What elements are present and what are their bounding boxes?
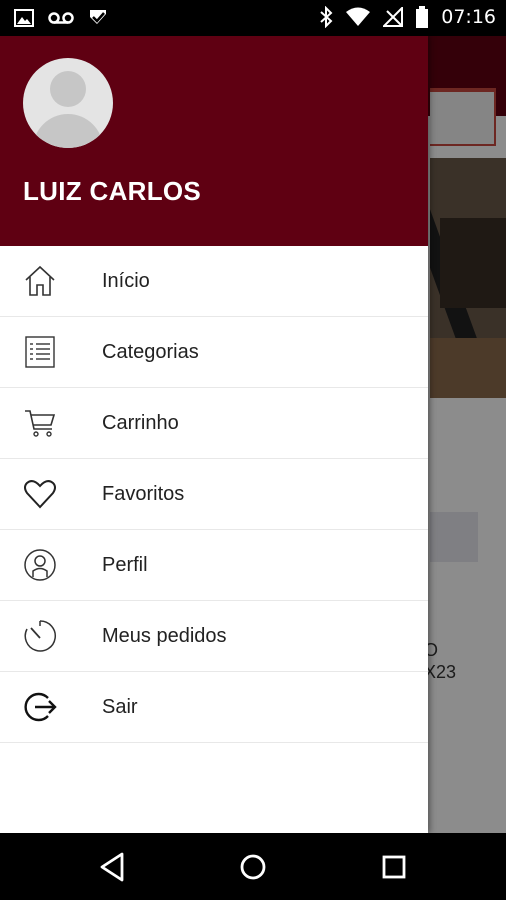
no-signal-icon: [383, 7, 404, 27]
menu-label: Início: [102, 270, 150, 292]
back-icon[interactable]: [96, 850, 130, 884]
system-nav-bar: [0, 833, 506, 900]
menu-item-inicio[interactable]: Início: [0, 246, 428, 317]
navigation-drawer: LUIZ CARLOS Início Categorias Carrinho F…: [0, 36, 428, 833]
timer-icon: [24, 620, 56, 652]
logout-icon: [24, 692, 57, 722]
menu-item-sair[interactable]: Sair: [0, 672, 428, 743]
menu-item-carrinho[interactable]: Carrinho: [0, 388, 428, 459]
status-time: 07:16: [441, 6, 496, 28]
home-icon: [25, 265, 55, 296]
drawer-header: LUIZ CARLOS: [0, 36, 428, 246]
avatar[interactable]: [23, 58, 113, 148]
menu-label: Perfil: [102, 554, 148, 576]
menu-label: Meus pedidos: [102, 625, 227, 647]
drawer-menu: Início Categorias Carrinho Favoritos Per…: [0, 246, 428, 743]
status-right-icons: 07:16: [319, 6, 496, 28]
list-icon: [25, 336, 55, 368]
menu-label: Carrinho: [102, 412, 179, 434]
menu-label: Favoritos: [102, 483, 185, 505]
battery-icon: [416, 6, 429, 28]
recents-icon[interactable]: [377, 850, 411, 884]
voicemail-icon: [48, 12, 74, 24]
menu-item-perfil[interactable]: Perfil: [0, 530, 428, 601]
menu-label: Categorias: [102, 341, 199, 363]
profile-icon: [24, 549, 56, 581]
status-bar: 07:16: [0, 0, 506, 36]
cart-icon: [25, 410, 56, 437]
menu-label: Sair: [102, 696, 138, 718]
menu-item-favoritos[interactable]: Favoritos: [0, 459, 428, 530]
image-icon: [14, 9, 34, 27]
user-name: LUIZ CARLOS: [23, 176, 202, 206]
wifi-icon: [346, 7, 371, 26]
check-icon: [90, 10, 106, 24]
home-circle-icon[interactable]: [236, 850, 270, 884]
bluetooth-icon: [320, 6, 333, 28]
heart-icon: [24, 480, 56, 509]
menu-item-categorias[interactable]: Categorias: [0, 317, 428, 388]
status-left-icons: [14, 8, 108, 28]
menu-item-meus-pedidos[interactable]: Meus pedidos: [0, 601, 428, 672]
